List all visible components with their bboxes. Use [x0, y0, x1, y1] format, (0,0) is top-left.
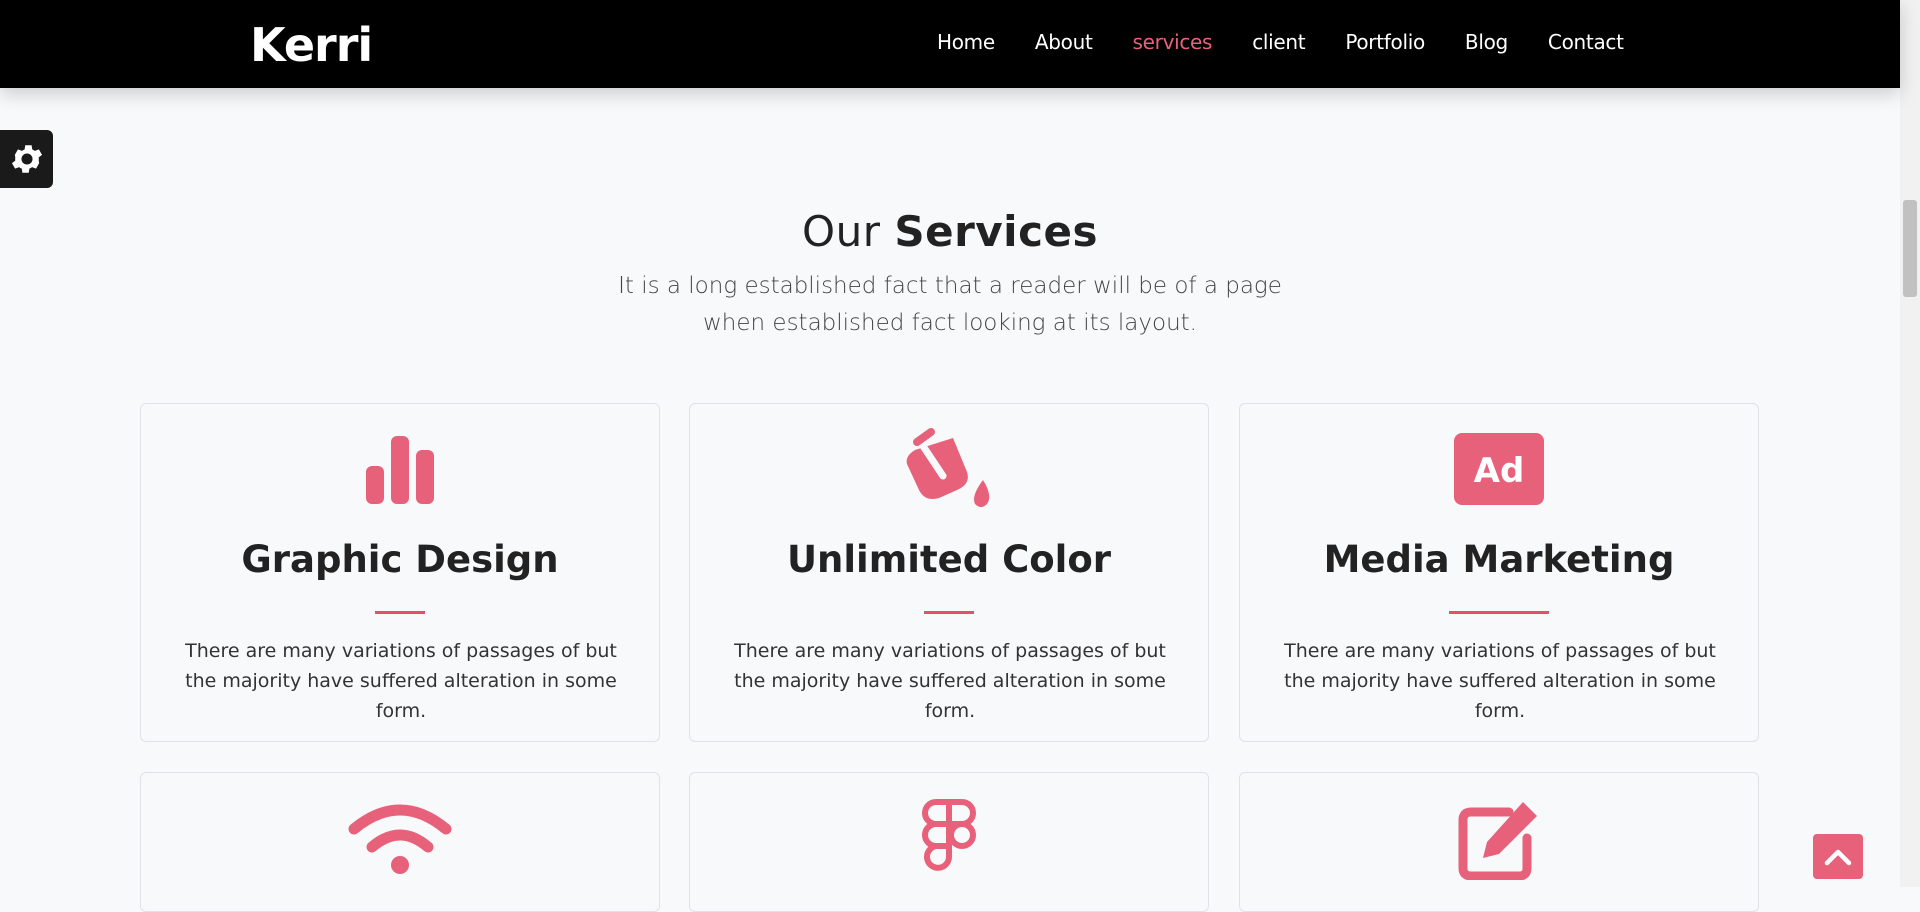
wifi-icon — [348, 804, 452, 874]
back-to-top-button[interactable] — [1813, 834, 1863, 879]
section-title-bold: Services — [894, 207, 1098, 256]
title-divider — [375, 611, 425, 614]
title-divider — [1449, 611, 1549, 614]
edit-icon — [1458, 802, 1537, 880]
gear-icon — [11, 145, 42, 173]
section-subtitle: It is a long established fact that a rea… — [618, 273, 1282, 336]
page-scrollbar-thumb[interactable] — [1903, 200, 1917, 297]
nav-item-blog[interactable]: Blog — [1465, 30, 1508, 54]
figma-icon — [922, 799, 976, 871]
ad-icon: Ad — [1454, 433, 1544, 505]
nav-item-contact[interactable]: Contact — [1548, 30, 1624, 54]
nav-item-portfolio[interactable]: Portfolio — [1345, 30, 1425, 54]
nav-item-client[interactable]: client — [1252, 30, 1305, 54]
top-navbar: Kerri Home About services client Portfol… — [0, 0, 1900, 88]
service-card-graphic-design: Graphic Design There are many variations… — [140, 403, 660, 742]
service-title: Graphic Design — [241, 538, 559, 581]
brand-logo[interactable]: Kerri — [250, 18, 373, 72]
service-card-unlimited-color: Unlimited Color There are many variation… — [689, 403, 1209, 742]
service-card-5 — [689, 772, 1209, 912]
service-card-media-marketing: Ad Media Marketing There are many variat… — [1239, 403, 1759, 742]
nav-item-home[interactable]: Home — [937, 30, 995, 54]
service-description: There are many variations of passages of… — [1284, 640, 1716, 722]
service-title: Unlimited Color — [786, 538, 1112, 581]
service-title: Media Marketing — [1323, 538, 1675, 581]
chevron-up-icon — [1824, 849, 1852, 865]
nav-item-about[interactable]: About — [1035, 30, 1093, 54]
settings-toggle-button[interactable] — [0, 130, 53, 188]
paint-bucket-icon — [906, 428, 990, 507]
svg-text:Ad: Ad — [1474, 451, 1525, 491]
title-divider — [924, 611, 974, 614]
page-scrollbar-track[interactable] — [1900, 0, 1920, 887]
service-description: There are many variations of passages of… — [185, 640, 617, 722]
bar-chart-icon — [366, 436, 434, 504]
service-description: There are many variations of passages of… — [734, 640, 1166, 722]
section-title-light: Our — [802, 207, 881, 256]
section-title: Our Services — [0, 207, 1900, 256]
nav-item-services[interactable]: services — [1133, 30, 1213, 54]
service-card-6 — [1239, 772, 1759, 912]
main-nav: Home About services client Portfolio Blo… — [937, 30, 1664, 54]
service-card-4 — [140, 772, 660, 912]
